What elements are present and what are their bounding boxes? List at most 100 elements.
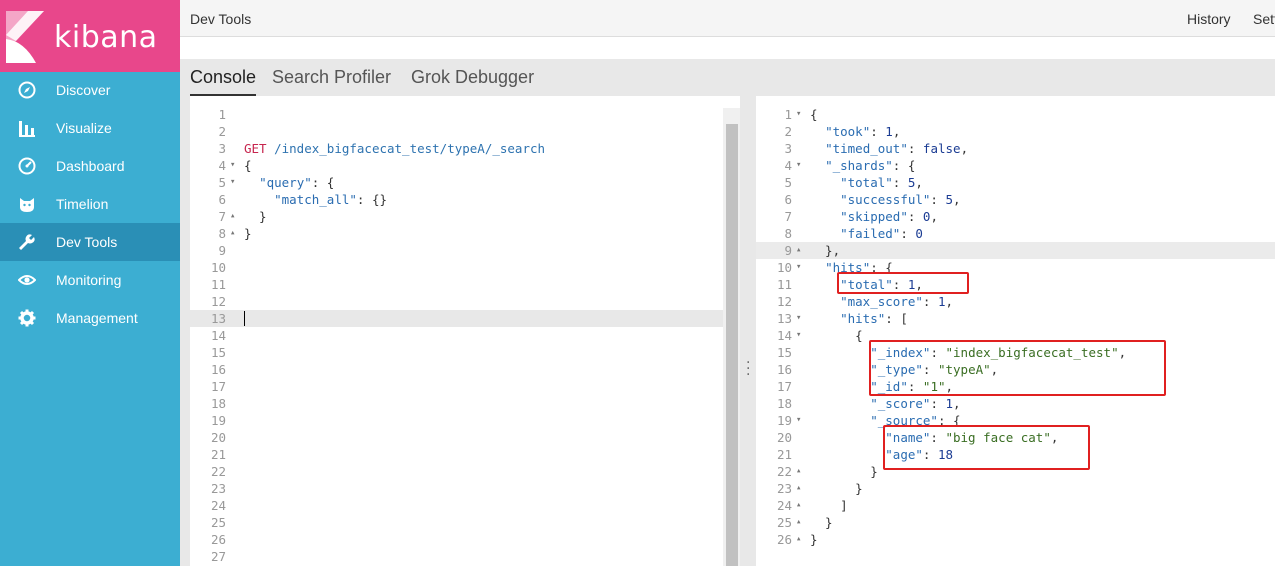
code-text: ] <box>810 497 848 514</box>
line-number: 23 <box>776 481 792 496</box>
token-key: "_score" <box>870 396 931 411</box>
token-punc <box>244 175 259 190</box>
line-number: 17 <box>776 379 792 394</box>
annotation-box-index-type-id <box>869 340 1166 396</box>
line-number: 19 <box>210 413 226 428</box>
token-punc <box>810 124 825 139</box>
line-number: 20 <box>210 430 226 445</box>
dashboard-gauge-icon <box>17 156 37 176</box>
wrench-icon <box>17 232 37 252</box>
fold-close-icon[interactable]: ▴ <box>230 208 235 225</box>
sidebar-item-dev-tools[interactable]: Dev Tools <box>0 223 180 261</box>
page-title: Dev Tools <box>190 11 252 27</box>
sidebar-item-management[interactable]: Management <box>0 299 180 337</box>
fold-close-icon[interactable]: ▴ <box>796 531 801 548</box>
fold-open-icon[interactable]: ▾ <box>796 327 801 344</box>
code-text: "hits": [ <box>810 310 908 327</box>
fold-close-icon[interactable]: ▴ <box>796 480 801 497</box>
settings-button[interactable]: Settings <box>1253 11 1275 27</box>
fold-open-icon[interactable]: ▾ <box>796 106 801 123</box>
response-viewer[interactable]: 1 ▾ {2 "took": 1, 3 "timed_out": false, 4 ▾ "… <box>756 96 1275 566</box>
request-editor[interactable]: 1 2 3 GET /index_bigfacecat_test/typeA/_sea… <box>190 96 740 566</box>
fold-close-icon[interactable]: ▴ <box>796 242 801 259</box>
sidebar-item-visualize[interactable]: Visualize <box>0 109 180 147</box>
fold-close-icon[interactable]: ▴ <box>230 225 235 242</box>
line-number: 13 <box>210 311 226 326</box>
token-num: 5 <box>945 192 954 207</box>
line-number: 14 <box>776 328 792 343</box>
sidebar-item-timelion[interactable]: Timelion <box>0 185 180 223</box>
line-number: 25 <box>210 515 226 530</box>
token-punc <box>810 345 870 360</box>
sidebar-item-dashboard[interactable]: Dashboard <box>0 147 180 185</box>
code-text: } <box>244 208 267 225</box>
top-spacer <box>180 37 1275 59</box>
token-num: 1 <box>885 124 893 139</box>
token-punc: : <box>870 124 886 139</box>
token-punc: , <box>892 124 901 139</box>
gear-icon <box>17 308 37 328</box>
token-punc <box>810 209 840 224</box>
line-number: 10 <box>210 260 226 275</box>
fold-close-icon[interactable]: ▴ <box>796 463 801 480</box>
sidebar-item-label: Monitoring <box>56 272 122 288</box>
tab-grok-debugger[interactable]: Grok Debugger <box>411 67 534 94</box>
token-key: "match_all" <box>274 192 357 207</box>
resize-grip-icon[interactable]: · · · <box>746 356 750 382</box>
token-punc <box>810 141 825 156</box>
line-number: 16 <box>210 362 226 377</box>
line-number: 9 <box>784 243 792 258</box>
sidebar-item-discover[interactable]: Discover <box>0 71 180 109</box>
sidebar-item-label: Management <box>56 310 138 326</box>
line-number: 11 <box>210 277 226 292</box>
line-number: 8 <box>784 226 792 241</box>
fold-open-icon[interactable]: ▾ <box>230 174 235 191</box>
token-punc <box>267 141 275 156</box>
token-punc: } <box>810 481 863 496</box>
kibana-logo[interactable]: kibana <box>0 0 180 72</box>
editor-scrollbar-thumb[interactable] <box>726 124 738 566</box>
token-punc: } <box>244 209 267 224</box>
token-punc <box>810 379 870 394</box>
token-punc <box>810 158 825 173</box>
fold-open-icon[interactable]: ▾ <box>796 310 801 327</box>
token-punc: , <box>960 141 969 156</box>
fold-open-icon[interactable]: ▾ <box>796 259 801 276</box>
code-text: } <box>810 531 818 548</box>
code-text: } <box>810 514 833 531</box>
history-button[interactable]: History <box>1187 11 1231 27</box>
fold-open-icon[interactable]: ▾ <box>796 157 801 174</box>
annotation-box-total <box>837 272 969 294</box>
code-text: "_shards": { <box>810 157 915 174</box>
fold-close-icon[interactable]: ▴ <box>796 497 801 514</box>
compass-icon <box>17 80 37 100</box>
token-punc: : <box>907 209 923 224</box>
fold-close-icon[interactable]: ▴ <box>796 514 801 531</box>
line-number: 1 <box>784 107 792 122</box>
code-text: "total": 5, <box>810 174 923 191</box>
token-punc: : <box>907 141 923 156</box>
timelion-cat-icon <box>17 194 37 214</box>
tab-console[interactable]: Console <box>190 67 257 96</box>
line-number: 18 <box>210 396 226 411</box>
fold-open-icon[interactable]: ▾ <box>796 412 801 429</box>
token-key: "timed_out" <box>825 141 908 156</box>
token-punc: ] <box>810 498 848 513</box>
token-punc <box>810 226 840 241</box>
fold-open-icon[interactable]: ▾ <box>230 157 235 174</box>
token-punc: : <box>922 294 938 309</box>
line-number: 2 <box>218 124 226 139</box>
line-number: 14 <box>210 328 226 343</box>
line-number: 13 <box>776 311 792 326</box>
token-key: "query" <box>259 175 312 190</box>
token-key: "failed" <box>840 226 901 241</box>
sidebar-item-monitoring[interactable]: Monitoring <box>0 261 180 299</box>
line-number: 4 <box>784 158 792 173</box>
line-number: 8 <box>218 226 226 241</box>
token-method: GET <box>244 141 267 156</box>
line-number: 9 <box>218 243 226 258</box>
panel-resizer[interactable] <box>740 96 756 566</box>
token-punc: : <box>892 175 908 190</box>
line-number: 22 <box>776 464 792 479</box>
tab-search-profiler[interactable]: Search Profiler <box>272 67 391 94</box>
